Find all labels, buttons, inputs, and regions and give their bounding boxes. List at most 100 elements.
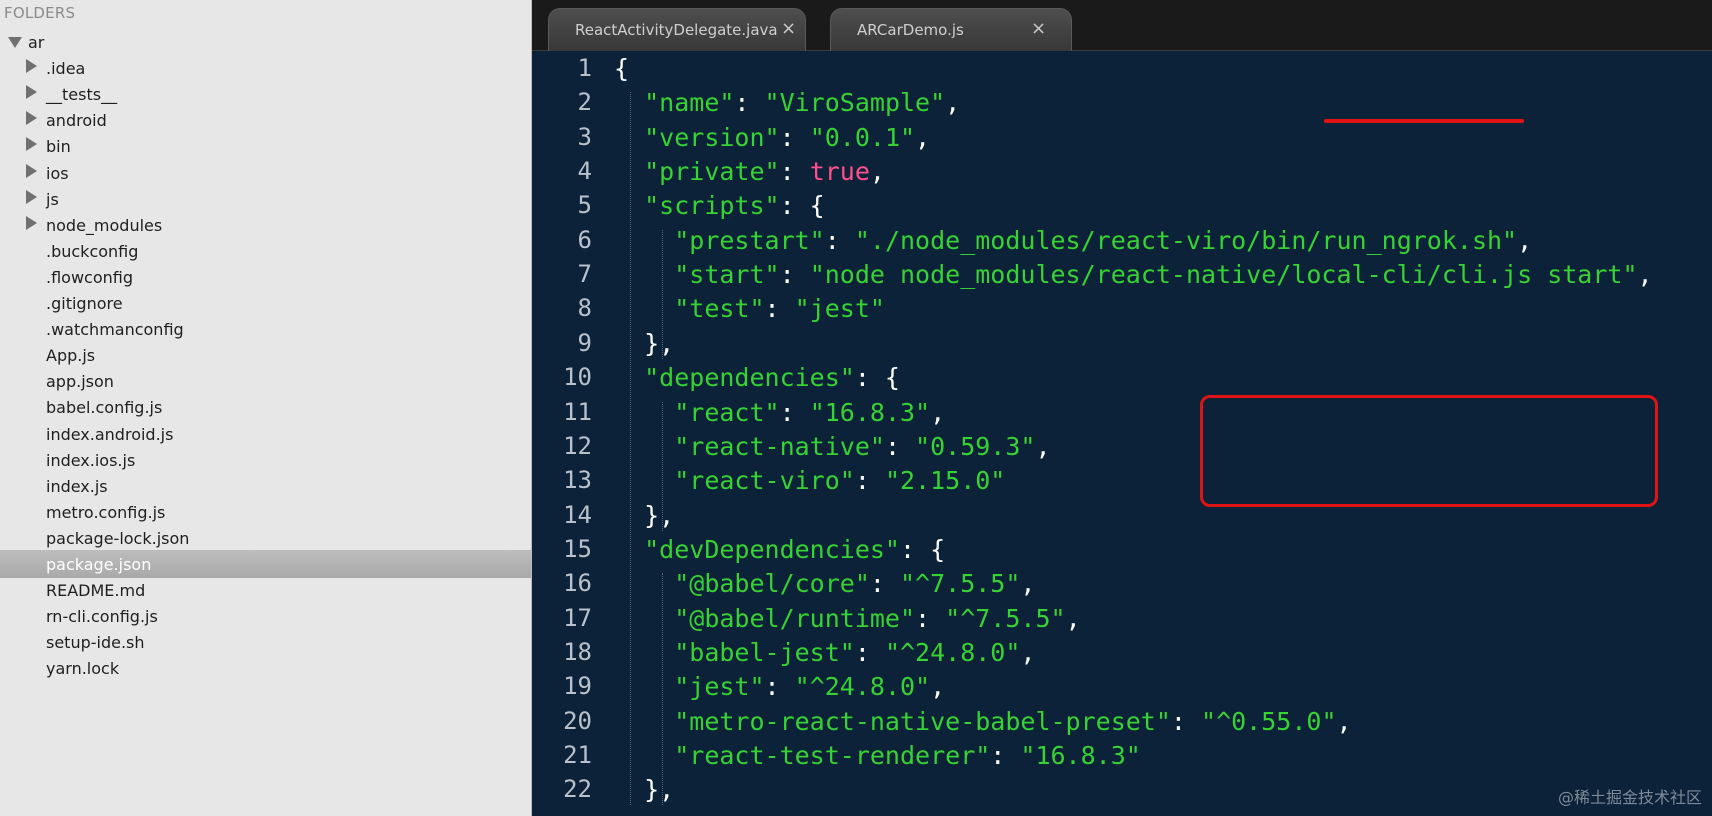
line-number: 20: [563, 706, 592, 735]
file-item[interactable]: .gitignore: [0, 289, 531, 317]
disclosure-collapsed-icon[interactable]: [26, 215, 37, 230]
punctuation-token: },: [614, 500, 675, 530]
annotation-box: [1200, 395, 1658, 507]
tab-bar: ReactActivityDelegate.java × ARCarDemo.j…: [532, 0, 1712, 51]
tab-arcardemo[interactable]: ARCarDemo.js ×: [830, 8, 1072, 51]
tree-item-label: bin: [46, 137, 71, 157]
tree-item-label: index.android.js: [46, 424, 174, 444]
file-item[interactable]: setup-ide.sh: [0, 628, 531, 656]
code-text: },: [614, 501, 674, 530]
tree-item-label: setup-ide.sh: [46, 633, 145, 653]
file-item[interactable]: yarn.lock: [0, 654, 531, 682]
code-editor[interactable]: ReactActivityDelegate.java × ARCarDemo.j…: [532, 0, 1712, 816]
string-token: "./node_modules/react-viro/bin/run_ngrok…: [854, 225, 1518, 255]
string-token: "16.8.3": [809, 397, 931, 427]
code-text: "metro-react-native-babel-preset": "^0.5…: [614, 706, 1351, 736]
file-item[interactable]: .watchmanconfig: [0, 315, 531, 343]
string-token: "dependencies": [644, 363, 855, 393]
punctuation-token: :: [779, 397, 810, 427]
file-item[interactable]: babel.config.js: [0, 393, 531, 421]
tree-item-label: rn-cli.config.js: [46, 607, 158, 627]
folder-root[interactable]: ar: [0, 28, 531, 56]
punctuation-token: ,: [930, 672, 946, 702]
folder-item[interactable]: android: [0, 106, 531, 134]
code-text: "@babel/runtime": "^7.5.5",: [614, 603, 1081, 633]
punctuation-token: [614, 672, 674, 701]
punctuation-token: : {: [854, 363, 900, 393]
punctuation-token: ,: [915, 122, 931, 152]
folder-item[interactable]: js: [0, 185, 531, 213]
file-item[interactable]: README.md: [0, 576, 531, 604]
punctuation-token: :: [779, 157, 810, 187]
string-token: "devDependencies": [644, 534, 900, 564]
string-token: "@babel/runtime": [674, 603, 916, 633]
file-item[interactable]: index.js: [0, 472, 531, 500]
folder-item[interactable]: .idea: [0, 54, 531, 82]
tree-item-label: js: [46, 189, 59, 209]
tab-react-activity-delegate[interactable]: ReactActivityDelegate.java ×: [548, 8, 806, 51]
punctuation-token: ,: [1517, 225, 1533, 255]
string-token: "^7.5.5": [900, 569, 1021, 599]
punctuation-token: [614, 638, 674, 667]
line-number: 4: [577, 157, 592, 186]
disclosure-collapsed-icon[interactable]: [26, 137, 37, 152]
disclosure-collapsed-icon[interactable]: [26, 163, 37, 178]
string-token: "ViroSample": [764, 88, 946, 118]
code-text: "scripts": {: [614, 191, 825, 220]
line-number: 10: [563, 363, 592, 392]
punctuation-token: [614, 294, 674, 323]
folder-item[interactable]: __tests__: [0, 80, 531, 108]
file-item[interactable]: rn-cli.config.js: [0, 602, 531, 630]
tree-item-label: package.json: [46, 555, 152, 574]
tree-item-label: yarn.lock: [46, 659, 120, 679]
line-number: 5: [577, 191, 592, 220]
disclosure-collapsed-icon[interactable]: [26, 189, 37, 204]
code-text: "react-viro": "2.15.0": [614, 466, 1005, 495]
disclosure-expanded-icon[interactable]: [8, 37, 22, 48]
file-item[interactable]: App.js: [0, 341, 531, 369]
file-item[interactable]: index.android.js: [0, 420, 531, 448]
string-token: "react": [674, 397, 780, 427]
folder-item[interactable]: node_modules: [0, 211, 531, 239]
line-number: 2: [577, 88, 592, 117]
punctuation-token: ,: [1020, 637, 1036, 667]
disclosure-collapsed-icon[interactable]: [26, 59, 37, 74]
close-icon[interactable]: ×: [1031, 18, 1046, 39]
disclosure-collapsed-icon[interactable]: [26, 111, 37, 126]
close-icon[interactable]: ×: [781, 18, 796, 39]
punctuation-token: :: [824, 225, 855, 255]
punctuation-token: [614, 226, 674, 255]
string-token: "react-native": [674, 431, 885, 461]
string-token: "^7.5.5": [945, 603, 1066, 633]
file-item[interactable]: package.json: [0, 550, 531, 578]
file-item[interactable]: .flowconfig: [0, 263, 531, 291]
string-token: "node node_modules/react-native/local-cl…: [809, 260, 1638, 290]
file-sidebar: FOLDERS ar .idea __tests__ android bin ios js n…: [0, 0, 532, 816]
code-text: },: [614, 775, 674, 804]
punctuation-token: ,: [945, 88, 961, 118]
file-item[interactable]: .buckconfig: [0, 237, 531, 265]
code-text: "prestart": "./node_modules/react-viro/b…: [614, 226, 1532, 255]
punctuation-token: :: [764, 672, 795, 702]
code-text: "private": true,: [614, 157, 885, 186]
folder-item[interactable]: bin: [0, 132, 531, 160]
file-item[interactable]: app.json: [0, 367, 531, 395]
tree-item-label: android: [46, 111, 107, 131]
tab-label: ReactActivityDelegate.java: [575, 21, 778, 39]
line-number: 22: [563, 775, 592, 804]
punctuation-token: :: [869, 569, 900, 599]
punctuation-token: [614, 569, 674, 598]
file-item[interactable]: index.ios.js: [0, 446, 531, 474]
punctuation-token: ,: [1065, 603, 1081, 633]
punctuation-token: : {: [899, 534, 946, 564]
punctuation-token: :: [1170, 706, 1202, 736]
punctuation-token: :: [764, 294, 795, 324]
folder-item[interactable]: ios: [0, 159, 531, 187]
disclosure-collapsed-icon[interactable]: [26, 85, 37, 100]
punctuation-token: :: [854, 466, 885, 496]
file-item[interactable]: metro.config.js: [0, 498, 531, 526]
tree-item-label: app.json: [46, 372, 114, 392]
punctuation-token: [614, 398, 674, 427]
tree-item-label: .idea: [46, 59, 86, 79]
file-item[interactable]: package-lock.json: [0, 524, 531, 552]
